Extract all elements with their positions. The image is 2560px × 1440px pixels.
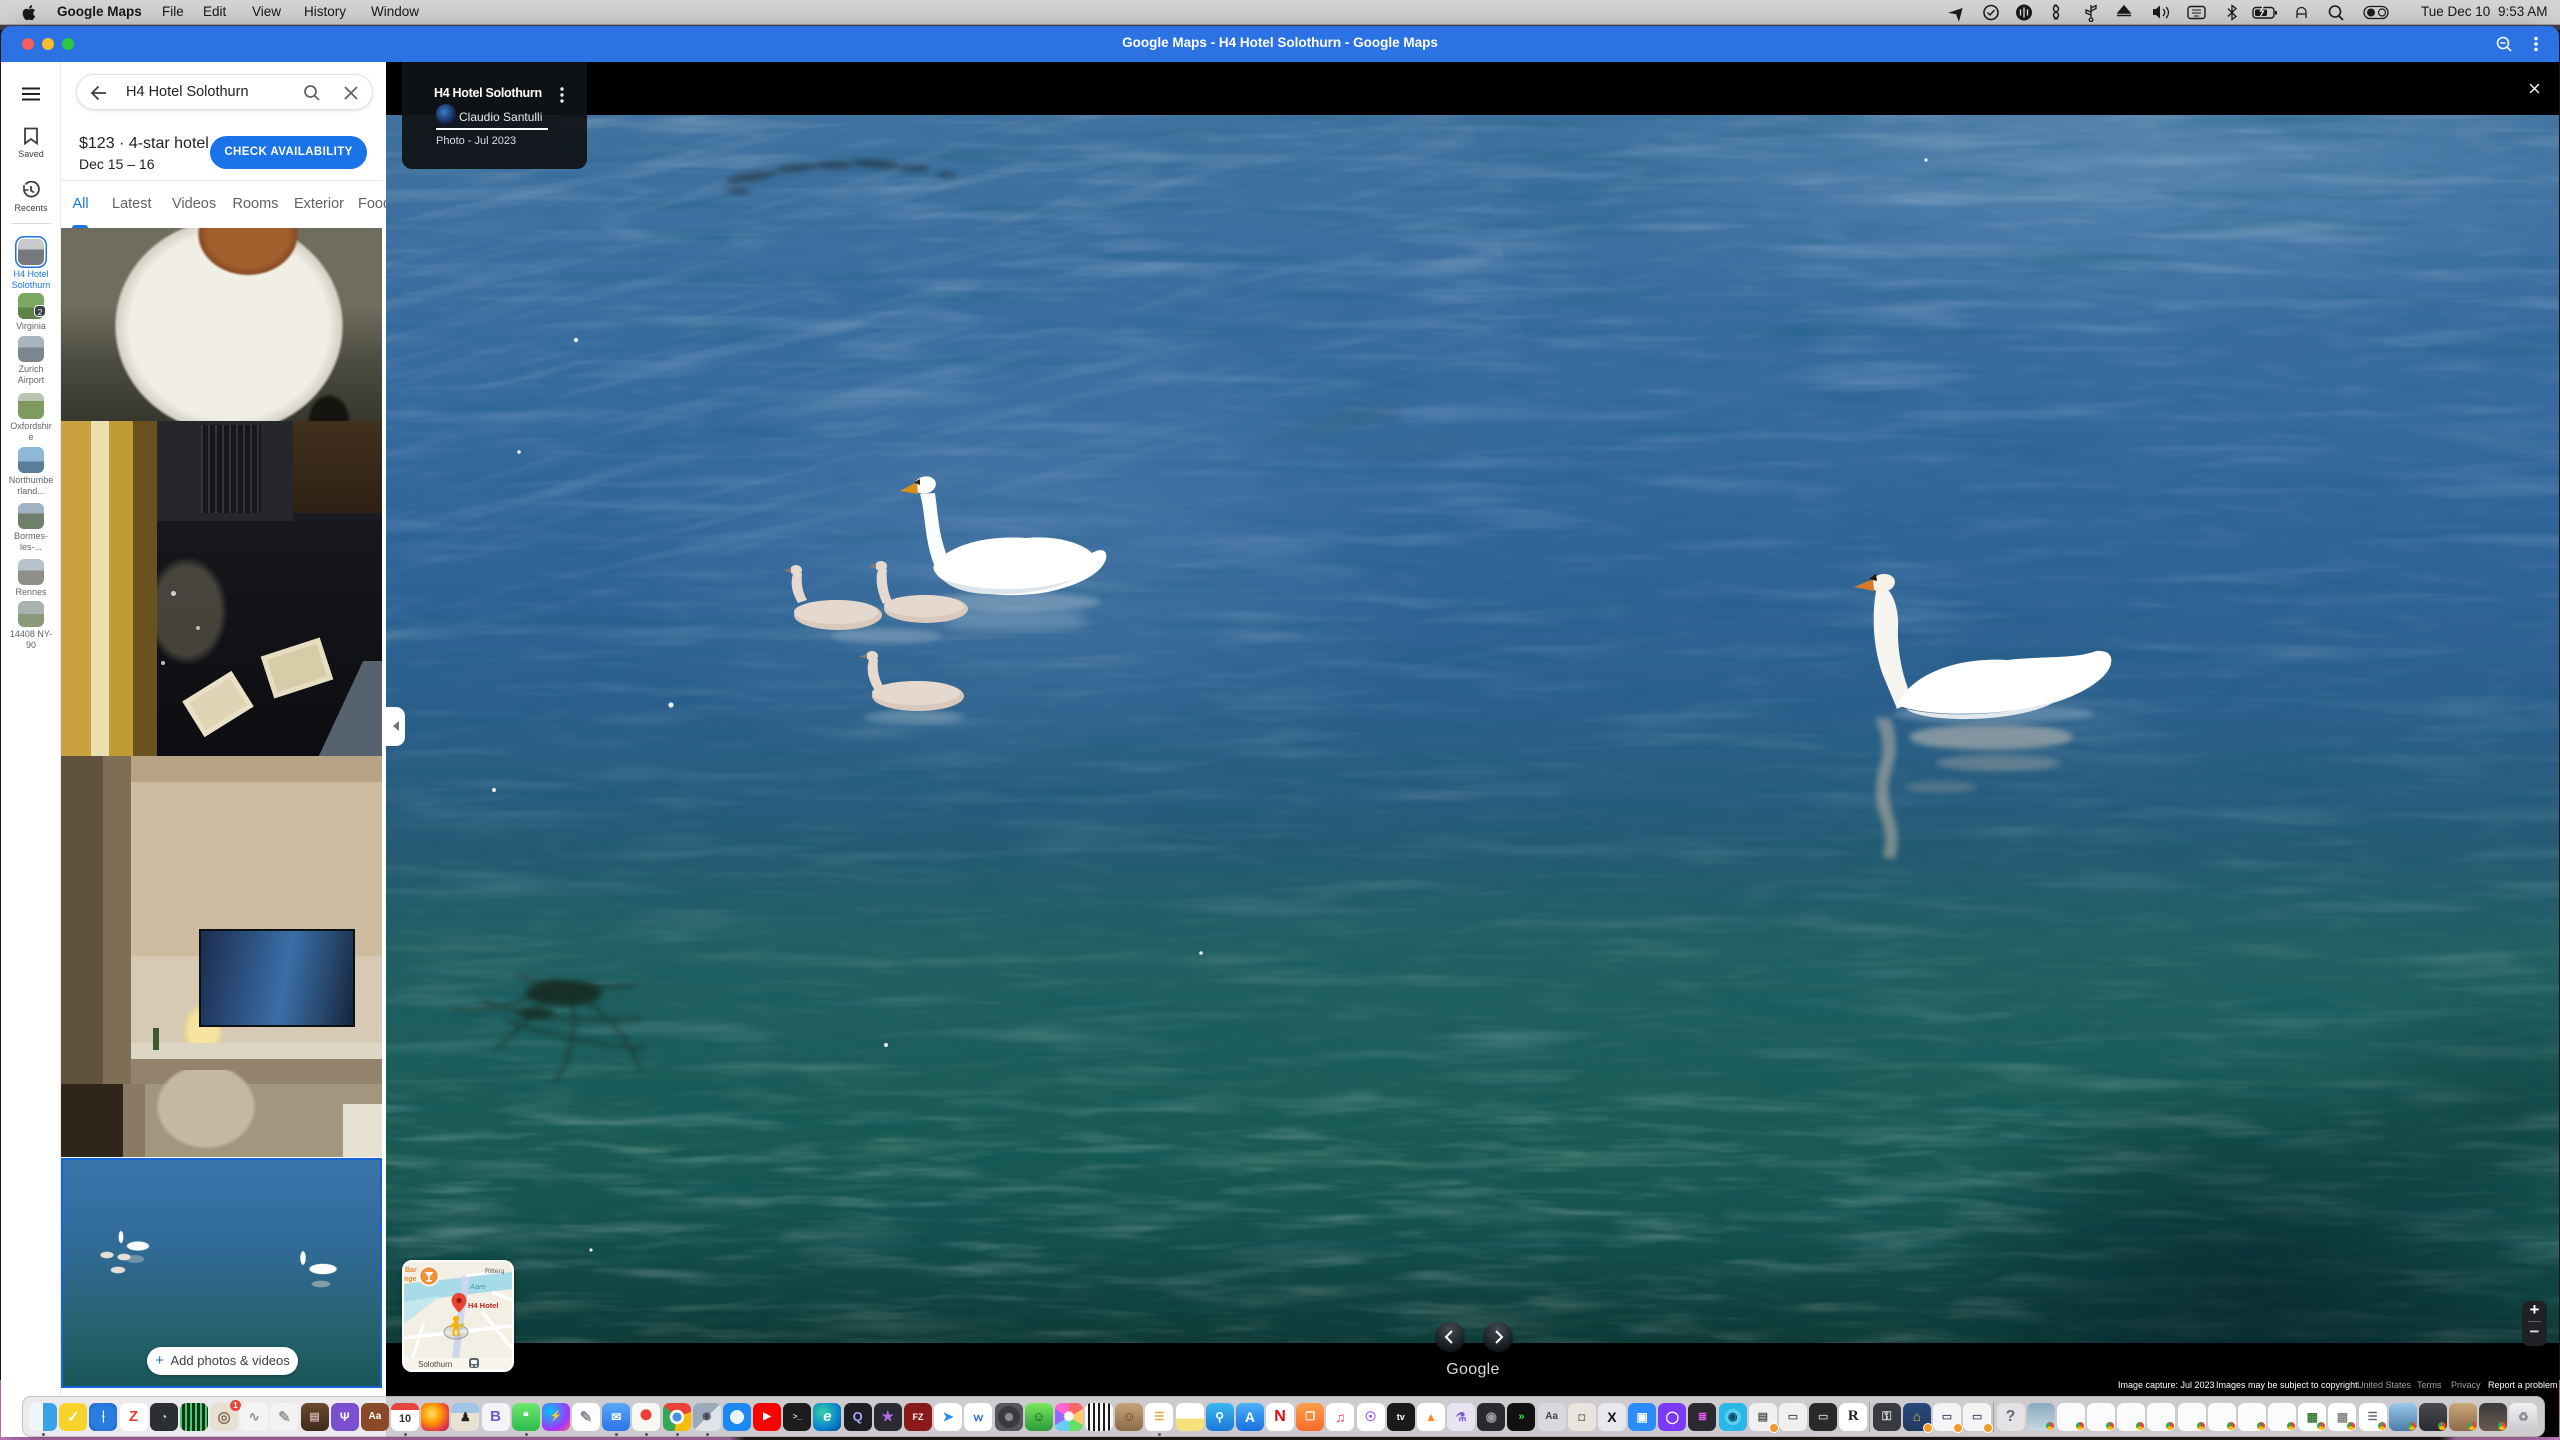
svg-text:nge: nge (404, 1276, 417, 1283)
svg-text:Bar: Bar (405, 1267, 417, 1274)
svg-text:H4 Hotel: H4 Hotel (468, 1301, 498, 1310)
svg-text:Solothurn: Solothurn (418, 1360, 452, 1369)
svg-text:Aare: Aare (469, 1282, 486, 1291)
svg-text:Ritterq: Ritterq (485, 1268, 505, 1275)
